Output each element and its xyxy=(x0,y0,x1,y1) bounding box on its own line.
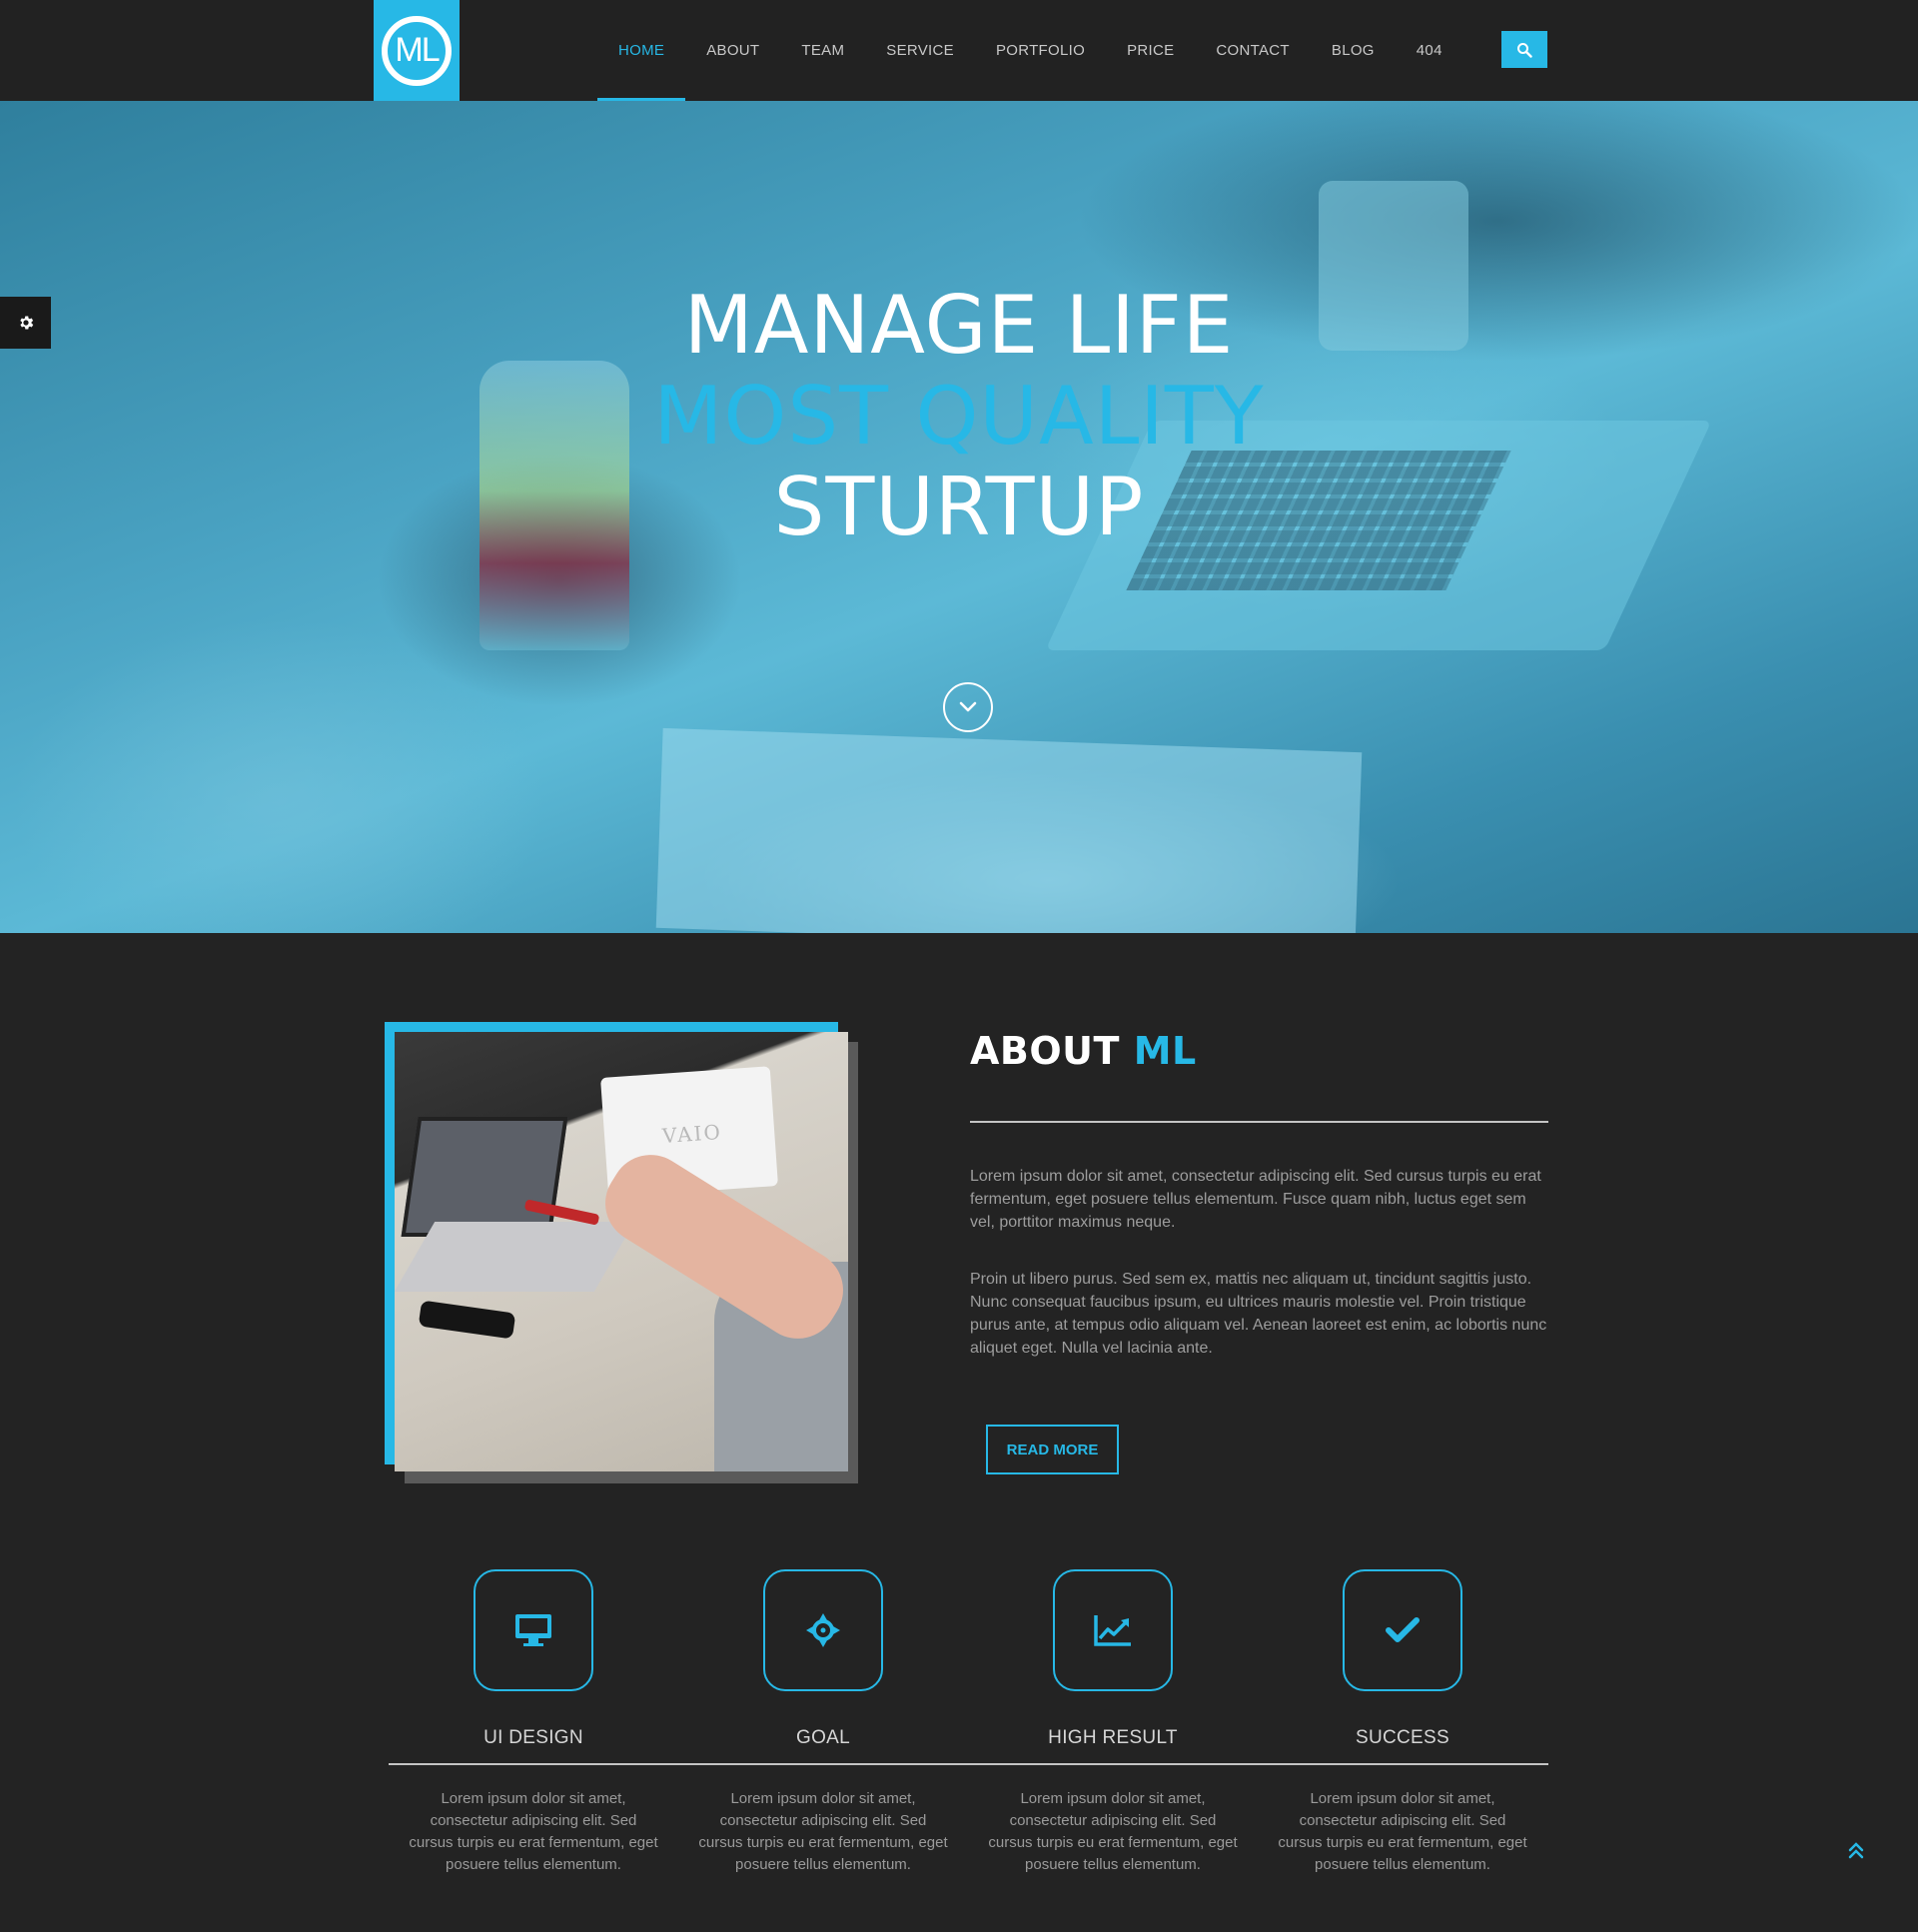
feature-icon-box[interactable] xyxy=(1343,1569,1462,1691)
nav-contact[interactable]: CONTACT xyxy=(1195,0,1310,101)
about-paragraph-1: Lorem ipsum dolor sit amet, consectetur … xyxy=(970,1168,1541,1231)
logo[interactable]: ML xyxy=(374,0,460,101)
about-paragraph-2: Proin ut libero purus. Sed sem ex, matti… xyxy=(970,1271,1547,1357)
nav-about[interactable]: ABOUT xyxy=(685,0,780,101)
feature-ui-design-text: Lorem ipsum dolor sit amet, consectetur … xyxy=(409,1790,658,1873)
site-header: ML HOME ABOUT TEAM SERVICE PORTFOLIO PRI… xyxy=(0,0,1918,101)
back-to-top-button[interactable] xyxy=(1844,1838,1868,1862)
monitor-icon xyxy=(515,1614,551,1646)
about-title-accent: ML xyxy=(1133,1029,1197,1073)
about-image-laptop-dark xyxy=(401,1117,568,1237)
about-title-main: ABOUT xyxy=(970,1029,1120,1073)
feature-icon-box[interactable] xyxy=(763,1569,883,1691)
feature-icon-box[interactable] xyxy=(474,1569,593,1691)
hero-title-line1: MANAGE LIFE xyxy=(683,279,1235,372)
search-icon xyxy=(1517,42,1532,58)
features-divider xyxy=(389,1763,1548,1765)
about-image-phone xyxy=(418,1300,516,1340)
feature-goal-text: Lorem ipsum dolor sit amet, consectetur … xyxy=(698,1790,948,1873)
logo-text: ML xyxy=(382,15,452,86)
feature-title: UI DESIGN xyxy=(483,1727,583,1748)
hero-section: MANAGE LIFE MOST QUALITY STURTUP xyxy=(0,101,1918,933)
about-image-frame: VAIO xyxy=(385,1022,858,1483)
about-title: ABOUT ML xyxy=(970,1029,1197,1073)
feature-title: SUCCESS xyxy=(1356,1727,1449,1748)
nav-team[interactable]: TEAM xyxy=(780,0,865,101)
feature-icon-box[interactable] xyxy=(1053,1569,1173,1691)
about-image-laptop-label: VAIO xyxy=(661,1119,723,1149)
feature-success-text: Lorem ipsum dolor sit amet, consectetur … xyxy=(1278,1790,1527,1873)
feature-high-result-text: Lorem ipsum dolor sit amet, consectetur … xyxy=(988,1790,1238,1873)
read-more-button[interactable]: READ MORE xyxy=(986,1425,1119,1474)
feature-ui-design: UI DESIGN xyxy=(389,1569,678,1749)
feature-goal: GOAL xyxy=(678,1569,968,1749)
nav-404[interactable]: 404 xyxy=(1396,0,1463,101)
crosshair-icon xyxy=(806,1613,840,1647)
about-image: VAIO xyxy=(395,1032,848,1471)
hero-background-notebook xyxy=(655,727,1363,933)
feature-title: HIGH RESULT xyxy=(1048,1727,1178,1748)
nav-blog[interactable]: BLOG xyxy=(1311,0,1396,101)
main-nav: HOME ABOUT TEAM SERVICE PORTFOLIO PRICE … xyxy=(597,0,1463,101)
hero-title-line3: STURTUP xyxy=(773,461,1145,553)
chevron-down-icon xyxy=(959,701,977,712)
feature-success: SUCCESS xyxy=(1258,1569,1547,1749)
hero-title-line2: MOST QUALITY xyxy=(653,370,1265,463)
feature-title: GOAL xyxy=(796,1727,850,1748)
nav-portfolio[interactable]: PORTFOLIO xyxy=(975,0,1106,101)
feature-high-result: HIGH RESULT xyxy=(968,1569,1258,1749)
about-divider xyxy=(970,1121,1548,1123)
double-chevron-up-icon xyxy=(1848,1842,1864,1859)
nav-price[interactable]: PRICE xyxy=(1106,0,1195,101)
nav-service[interactable]: SERVICE xyxy=(865,0,975,101)
search-button[interactable] xyxy=(1501,31,1547,68)
scroll-down-button[interactable] xyxy=(943,682,993,732)
chart-line-icon xyxy=(1094,1615,1131,1646)
nav-home[interactable]: HOME xyxy=(597,0,686,101)
checkmark-icon xyxy=(1386,1617,1420,1642)
about-image-laptop-base xyxy=(395,1222,635,1292)
